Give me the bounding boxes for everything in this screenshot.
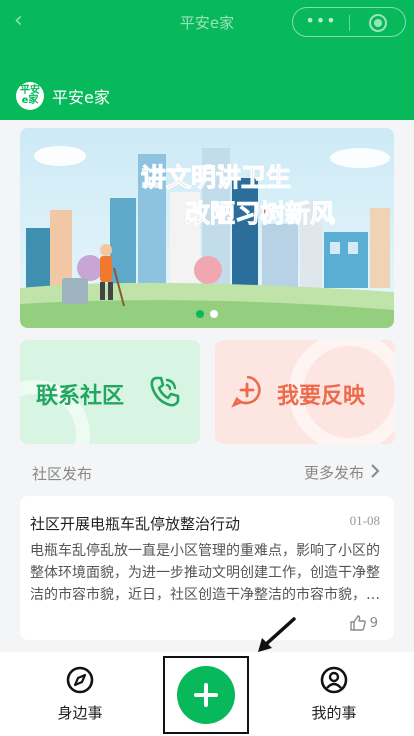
banner-headline-2: 改陋习树新风 (185, 199, 335, 228)
brand-name: 平安e家 (52, 88, 110, 107)
carousel-dot-2[interactable] (210, 310, 218, 318)
like-count: 9 (369, 615, 378, 631)
promo-banner[interactable]: 讲文明讲卫生 改陋习树新风 (20, 128, 394, 328)
news-card[interactable]: 社区开展电瓶车乱停放整治行动 01-08 电瓶车乱停乱放一直是小区管理的重难点，… (20, 496, 394, 640)
tab-mine[interactable]: 我的事 (294, 666, 374, 723)
target-close-icon[interactable] (369, 14, 387, 32)
tab-nearby[interactable]: 身边事 (40, 666, 120, 723)
annotation-arrow (258, 617, 296, 652)
report-issue-label: 我要反映 (277, 384, 366, 409)
carousel-dot-1[interactable] (196, 310, 204, 318)
phone-icon (150, 376, 180, 407)
plus-circle-icon (231, 375, 261, 408)
highlight-frame (163, 656, 249, 734)
brand: 平安 e家 平安e家 (16, 82, 110, 110)
report-issue-card[interactable]: 我要反映 (215, 340, 395, 444)
user-circle-icon (320, 666, 348, 694)
carousel-dots (196, 310, 218, 318)
tab-nearby-label: 身边事 (57, 704, 103, 722)
more-posts-link[interactable]: 更多发布 (304, 462, 364, 483)
news-summary: 电瓶车乱停乱放一直是小区管理的重难点，影响了小区的整体环境面貌，为进一步推动文明… (30, 543, 380, 603)
news-title: 社区开展电瓶车乱停放整治行动 (30, 515, 241, 533)
contact-community-card[interactable]: 联系社区 (20, 340, 200, 444)
add-post-button[interactable] (177, 666, 235, 724)
more-dots-icon[interactable]: ••• (305, 11, 337, 30)
tab-mine-label: 我的事 (311, 704, 357, 722)
brand-header: 平安 e家 平安e家 (0, 44, 414, 120)
like-button[interactable]: 9 (349, 614, 378, 632)
banner-headline-1: 讲文明讲卫生 (141, 163, 291, 192)
capsule-divider (349, 15, 350, 31)
mini-program-capsule: ••• (292, 7, 406, 37)
banner-illustration: 讲文明讲卫生 改陋习树新风 (20, 128, 394, 328)
chevron-right-icon[interactable] (370, 464, 380, 478)
section-title: 社区发布 (32, 465, 93, 483)
brand-logo: 平安 e家 (16, 82, 44, 110)
compass-icon (66, 666, 94, 694)
contact-community-label: 联系社区 (36, 384, 125, 409)
top-nav-bar: ‹ 平安e家 ••• (0, 0, 414, 44)
news-date: 01-08 (349, 513, 380, 528)
thumbs-up-icon (350, 615, 366, 631)
